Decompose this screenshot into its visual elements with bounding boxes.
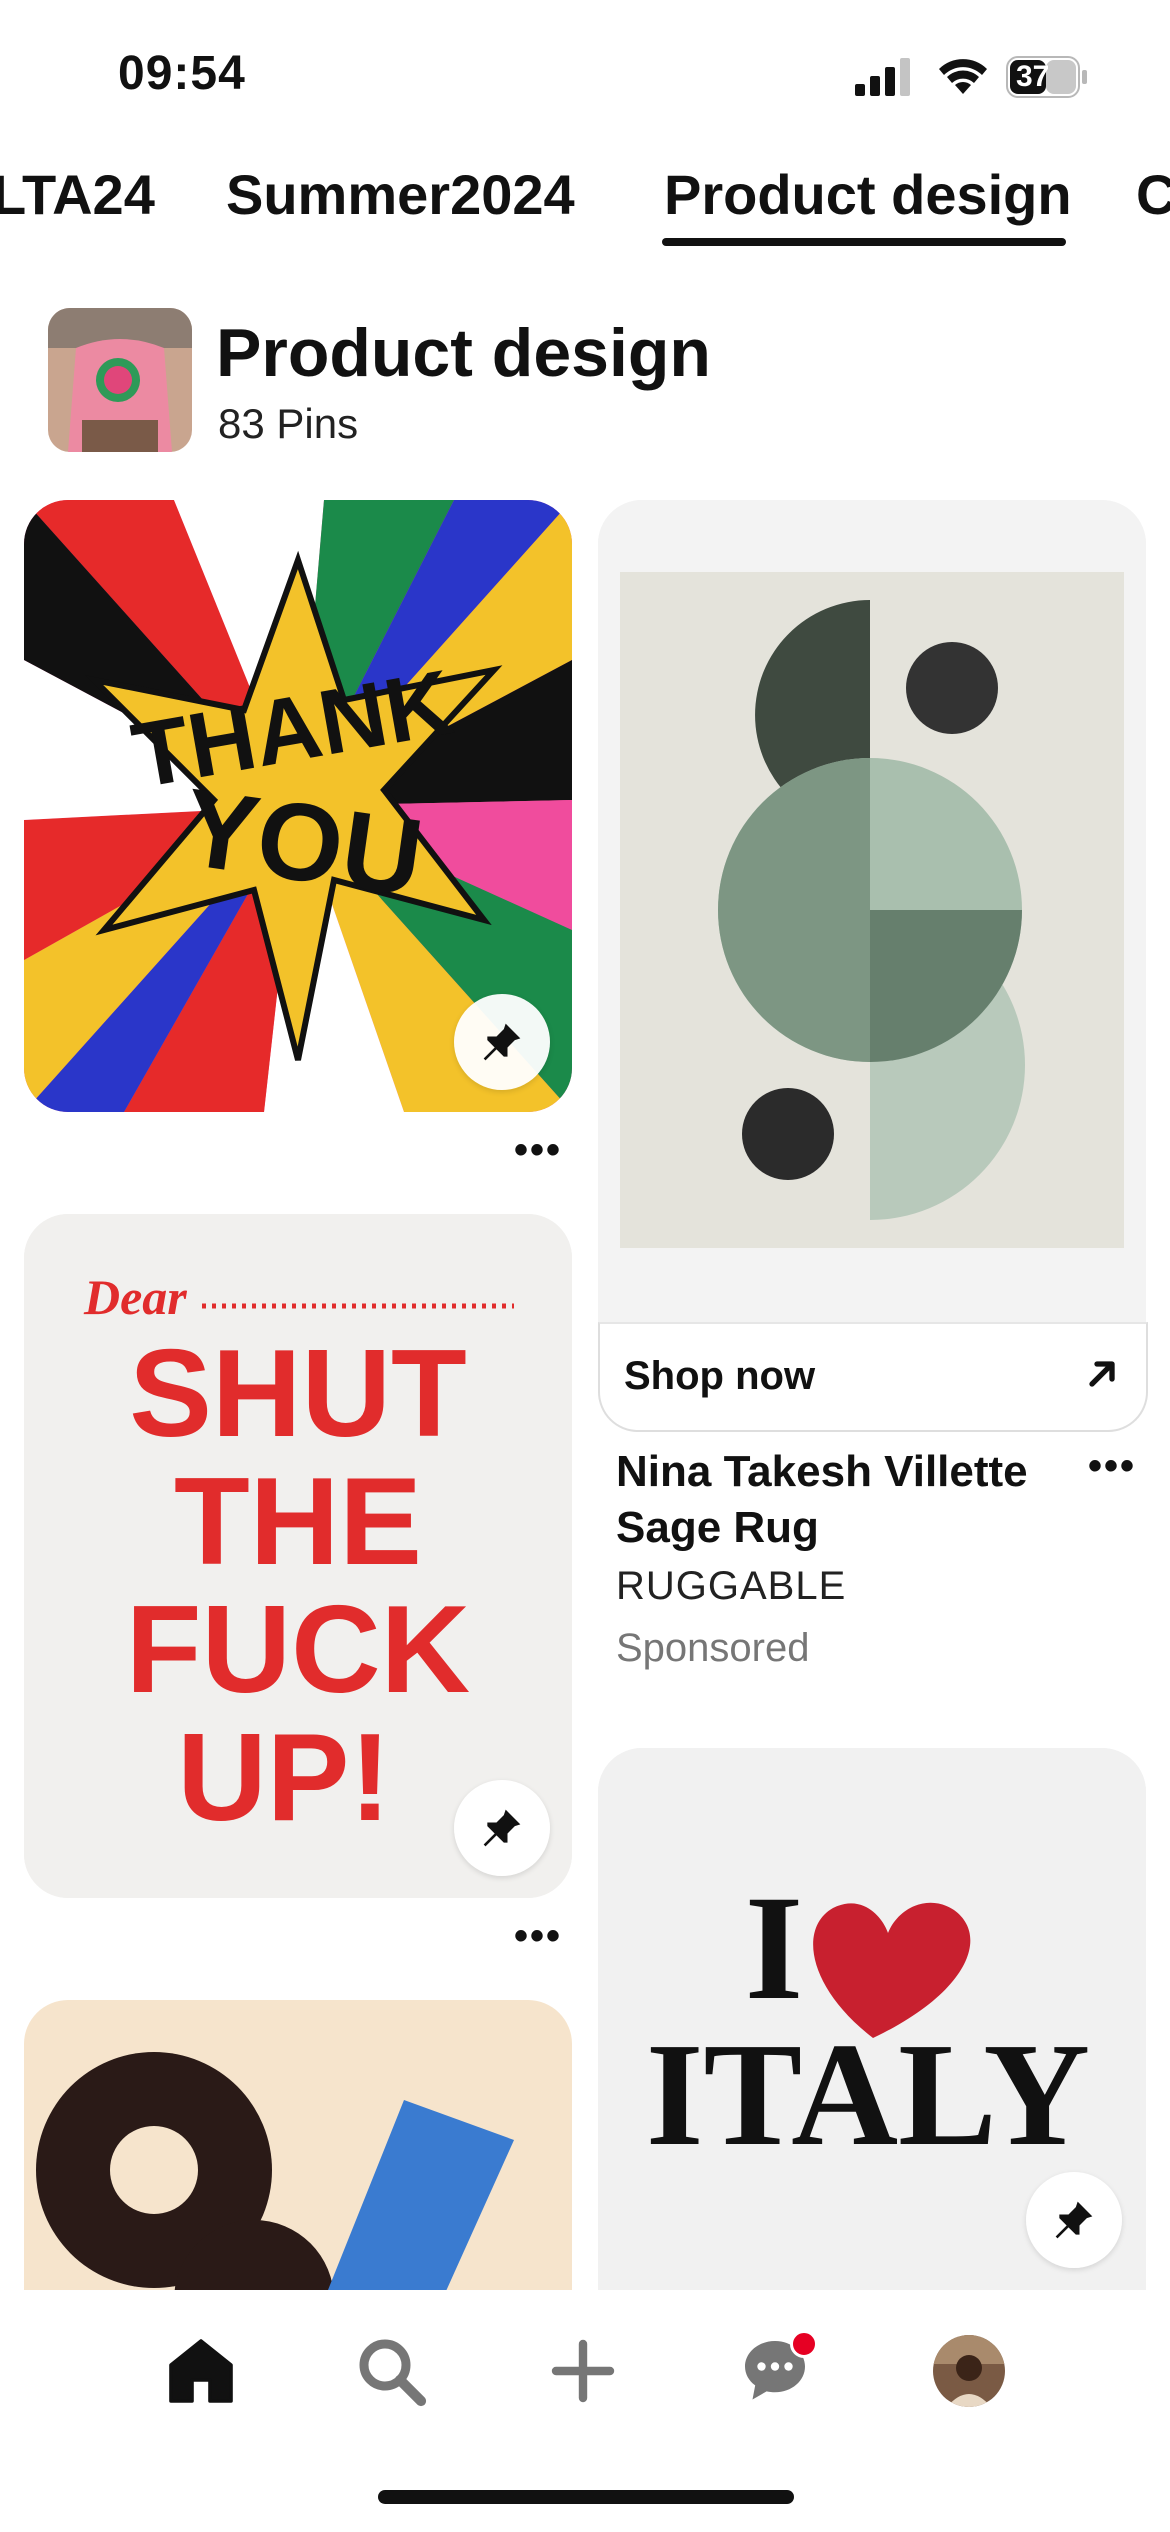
cellular-signal-icon — [855, 58, 910, 96]
pushpin-icon — [483, 1809, 521, 1847]
board-tabs: LTA24 Summer2024 Product design C — [0, 150, 1170, 250]
wifi-icon — [939, 59, 987, 94]
pin-poster-partial[interactable] — [24, 2000, 572, 2340]
tab-lta24[interactable]: LTA24 — [0, 162, 155, 227]
dear-text: Dear — [83, 1269, 187, 1325]
tab-summer2024[interactable]: Summer2024 — [226, 162, 575, 227]
battery-level: 37 — [1016, 60, 1050, 93]
home-indicator — [378, 2490, 794, 2504]
arrow-up-right-icon — [1089, 1361, 1115, 1387]
ad-pin-title[interactable]: Nina Takesh Villette Sage Rug — [616, 1444, 1076, 1556]
pin-more-button[interactable]: ••• — [514, 1128, 562, 1173]
search-icon — [359, 2339, 427, 2407]
nav-messages[interactable] — [730, 2326, 820, 2416]
ad-advertiser-name[interactable]: RUGGABLE — [616, 1564, 846, 1609]
plus-icon — [551, 2339, 615, 2403]
ad-more-button[interactable]: ••• — [1088, 1444, 1136, 1489]
the-text: THE — [174, 1453, 422, 1591]
board-title: Product design — [216, 315, 711, 391]
board-cover-thumbnail[interactable] — [48, 308, 192, 452]
status-bar: 09:54 37 — [0, 0, 1170, 150]
nav-profile[interactable] — [924, 2326, 1014, 2416]
selected-tab-indicator — [662, 238, 1066, 246]
sponsored-label: Sponsored — [616, 1626, 810, 1670]
nav-search[interactable] — [346, 2326, 436, 2416]
nav-create[interactable] — [538, 2326, 628, 2416]
pin-rug-ad[interactable] — [598, 500, 1146, 1324]
pin-i-love-italy[interactable]: I ITALY — [598, 1748, 1146, 2308]
home-icon — [169, 2339, 233, 2403]
fuck-text: FUCK — [126, 1581, 470, 1719]
save-pin-button[interactable] — [1026, 2172, 1122, 2268]
shop-now-button[interactable]: Shop now — [598, 1322, 1148, 1432]
i-text: I — [745, 1865, 803, 2031]
profile-avatar — [933, 2335, 1005, 2407]
board-pin-count: 83 Pins — [218, 400, 359, 447]
shut-text: SHUT — [129, 1325, 467, 1463]
rug-artwork — [598, 500, 1146, 1324]
notification-badge — [790, 2330, 818, 2358]
up-text: UP! — [177, 1709, 391, 1847]
tab-product-design[interactable]: Product design — [664, 162, 1072, 227]
save-pin-button[interactable] — [454, 1780, 550, 1876]
pushpin-icon — [1055, 2201, 1093, 2239]
status-time: 09:54 — [118, 47, 246, 100]
poster-artwork — [24, 2000, 572, 2340]
italy-text: ITALY — [646, 2013, 1090, 2177]
pushpin-icon — [483, 1023, 521, 1061]
nav-home[interactable] — [156, 2326, 246, 2416]
shop-now-label: Shop now — [624, 1354, 816, 1398]
pin-more-button[interactable]: ••• — [514, 1914, 562, 1959]
battery-icon: 37 — [1006, 56, 1088, 98]
save-pin-button[interactable] — [454, 994, 550, 1090]
pin-shut-up[interactable]: Dear SHUT THE FUCK UP! — [24, 1214, 572, 1898]
pin-thank-you[interactable]: THANK YOU — [24, 500, 572, 1112]
tab-next[interactable]: C — [1136, 162, 1170, 227]
